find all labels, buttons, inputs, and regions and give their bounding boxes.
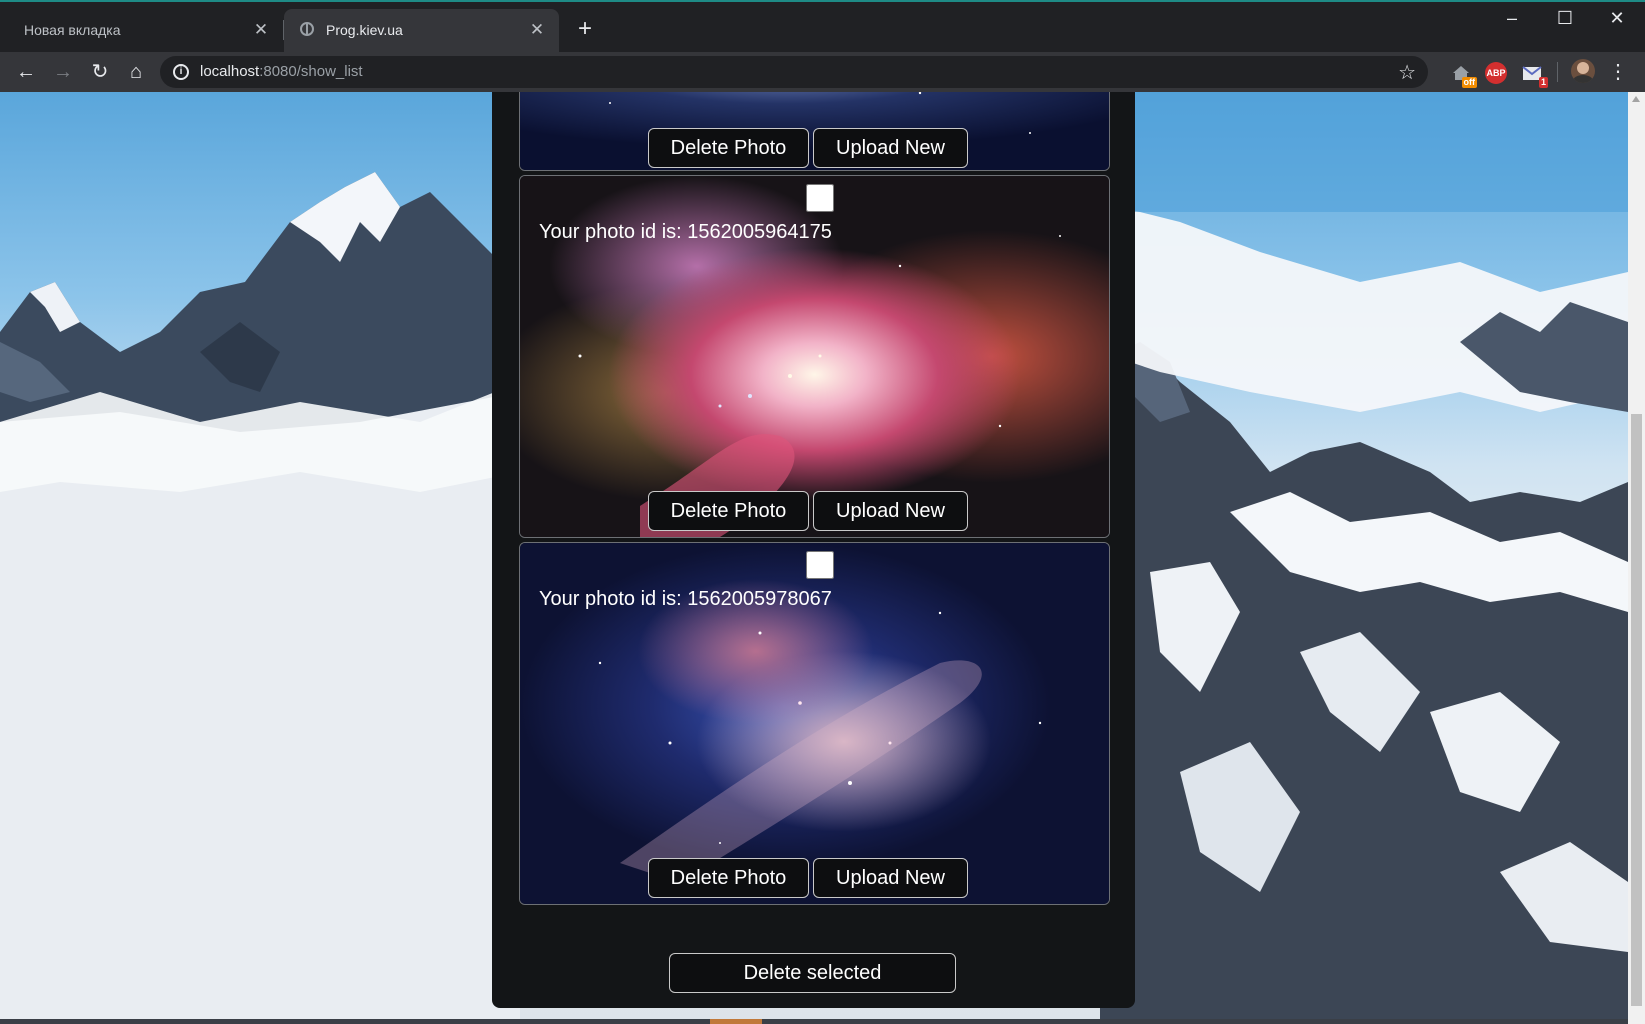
- delete-photo-button[interactable]: Delete Photo: [648, 858, 809, 898]
- photo-card: Delete Photo Upload New: [519, 92, 1110, 171]
- close-tab-icon[interactable]: ✕: [251, 20, 271, 40]
- globe-icon: [300, 22, 314, 36]
- taskbar-edge: [0, 1019, 1628, 1024]
- address-bar[interactable]: i localhost:8080/show_list ☆: [160, 56, 1428, 88]
- photo-id-text: Your photo id is: 1562005964175: [539, 221, 832, 243]
- tab-title: Prog.kiev.ua: [326, 22, 403, 38]
- taskbar-item: [710, 1019, 762, 1024]
- menu-kebab-icon[interactable]: ⋮: [1606, 60, 1630, 84]
- site-info-icon[interactable]: i: [173, 64, 189, 80]
- delete-photo-button[interactable]: Delete Photo: [648, 128, 809, 168]
- photo-card: Your photo id is: 1562005964175 Delete P…: [519, 175, 1110, 538]
- bookmark-star-icon[interactable]: ☆: [1398, 60, 1416, 85]
- tab-new-tab[interactable]: Новая вкладка ✕: [0, 9, 283, 52]
- reload-icon[interactable]: ↻: [88, 60, 112, 84]
- browser-toolbar: ← → ↻ ⌂ i localhost:8080/show_list ☆ off…: [0, 52, 1645, 92]
- extension-badge: off: [1461, 77, 1477, 88]
- tab-strip: Новая вкладка ✕ Prog.kiev.ua ✕ + – ☐ ✕: [0, 0, 1645, 52]
- forward-icon[interactable]: →: [51, 60, 75, 84]
- photo-card: Your photo id is: 1562005978067 Delete P…: [519, 542, 1110, 905]
- toolbar-divider: [1557, 62, 1558, 82]
- upload-new-button[interactable]: Upload New: [813, 491, 968, 531]
- url-path: :8080/show_list: [259, 63, 363, 80]
- mountain-background-left: [0, 172, 520, 1024]
- upload-new-button[interactable]: Upload New: [813, 128, 968, 168]
- scroll-up-arrow-icon[interactable]: [1632, 96, 1640, 102]
- close-tab-icon[interactable]: ✕: [527, 20, 547, 40]
- back-icon[interactable]: ←: [14, 60, 38, 84]
- home-icon[interactable]: ⌂: [124, 60, 148, 84]
- new-tab-button[interactable]: +: [572, 16, 598, 42]
- adblock-plus-icon[interactable]: ABP: [1485, 62, 1507, 84]
- photo-id-text: Your photo id is: 1562005978067: [539, 588, 832, 610]
- tab-title: Новая вкладка: [24, 22, 121, 38]
- page-viewport: Delete Photo Upload New Your photo id is…: [0, 92, 1628, 1024]
- page-scrollbar[interactable]: [1628, 92, 1645, 1024]
- scrollbar-thumb[interactable]: [1631, 414, 1642, 1006]
- delete-selected-button[interactable]: Delete selected: [669, 953, 956, 993]
- url-host: localhost: [200, 63, 260, 80]
- select-photo-checkbox[interactable]: [806, 551, 834, 579]
- select-photo-checkbox[interactable]: [806, 184, 834, 212]
- maximize-icon[interactable]: ☐: [1542, 8, 1588, 28]
- photo-list-panel: Delete Photo Upload New Your photo id is…: [492, 92, 1135, 1008]
- upload-new-button[interactable]: Upload New: [813, 858, 968, 898]
- delete-photo-button[interactable]: Delete Photo: [648, 491, 809, 531]
- extension-badge: 1: [1538, 77, 1548, 88]
- tab-prog-kiev[interactable]: Prog.kiev.ua ✕: [284, 9, 559, 52]
- minimize-icon[interactable]: –: [1489, 8, 1535, 28]
- mountain-background-right: [1100, 92, 1628, 1024]
- window-accent-line: [0, 0, 1645, 2]
- close-window-icon[interactable]: ✕: [1594, 8, 1640, 28]
- profile-avatar[interactable]: [1571, 59, 1595, 83]
- mail-checker-icon[interactable]: 1: [1521, 62, 1548, 88]
- home-off-extension-icon[interactable]: off: [1450, 62, 1477, 88]
- url-text[interactable]: localhost:8080/show_list: [200, 63, 363, 80]
